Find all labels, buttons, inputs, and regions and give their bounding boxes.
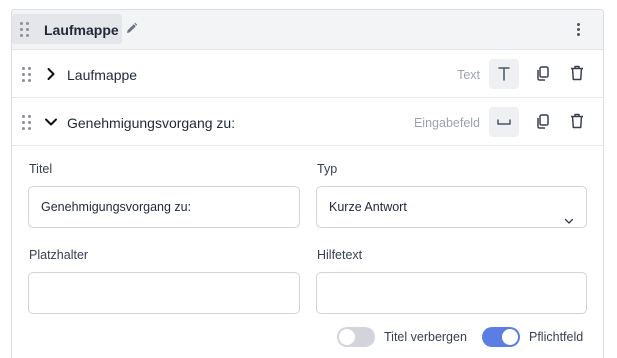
field-settings: Titel Genehmigungsvorgang zu: Typ Kurze … xyxy=(12,146,603,358)
field-label: Genehmigungsvorgang zu: xyxy=(67,115,236,131)
field-type-label: Eingabefeld xyxy=(413,116,480,130)
hide-title-toggle[interactable] xyxy=(337,327,375,347)
text-type-icon[interactable] xyxy=(489,59,519,89)
placeholder-label: Platzhalter xyxy=(29,248,89,262)
toggle-knob xyxy=(339,329,355,345)
placeholder-input[interactable] xyxy=(28,272,300,314)
drag-handle-icon[interactable] xyxy=(20,22,30,38)
drag-handle-icon[interactable] xyxy=(22,115,32,131)
required-label: Pflichtfeld xyxy=(529,330,584,344)
drag-handle-icon[interactable] xyxy=(22,67,32,83)
more-options-icon[interactable] xyxy=(572,20,584,40)
title-label: Titel xyxy=(29,162,53,176)
input-field-icon[interactable] xyxy=(489,107,519,137)
chevron-down-icon[interactable] xyxy=(44,115,58,129)
field-row-laufmappe[interactable]: Laufmappe Text xyxy=(12,51,603,98)
pencil-icon[interactable] xyxy=(125,22,138,40)
delete-icon[interactable] xyxy=(570,113,584,134)
field-label: Laufmappe xyxy=(67,67,138,83)
title-input[interactable]: Genehmigungsvorgang zu: xyxy=(28,186,300,228)
helptext-input[interactable] xyxy=(316,272,587,314)
type-label: Typ xyxy=(317,162,338,176)
chevron-right-icon[interactable] xyxy=(44,67,58,81)
form-builder-panel: Laufmappe Laufmappe Text Genehmigungsvor… xyxy=(11,9,604,358)
required-toggle[interactable] xyxy=(482,327,520,347)
duplicate-icon[interactable] xyxy=(536,66,550,86)
chevron-down-icon xyxy=(564,202,574,242)
section-header[interactable]: Laufmappe xyxy=(12,10,603,50)
toggle-knob xyxy=(502,329,518,345)
type-select[interactable]: Kurze Antwort xyxy=(316,186,587,228)
hide-title-label: Titel verbergen xyxy=(384,330,467,344)
type-select-value: Kurze Antwort xyxy=(329,200,407,214)
section-title: Laufmappe xyxy=(44,22,119,38)
field-row-genehmigungsvorgang[interactable]: Genehmigungsvorgang zu: Eingabefeld xyxy=(12,99,603,146)
delete-icon[interactable] xyxy=(570,65,584,86)
helptext-label: Hilfetext xyxy=(317,248,363,262)
duplicate-icon[interactable] xyxy=(536,114,550,134)
field-type-label: Text xyxy=(457,68,480,82)
